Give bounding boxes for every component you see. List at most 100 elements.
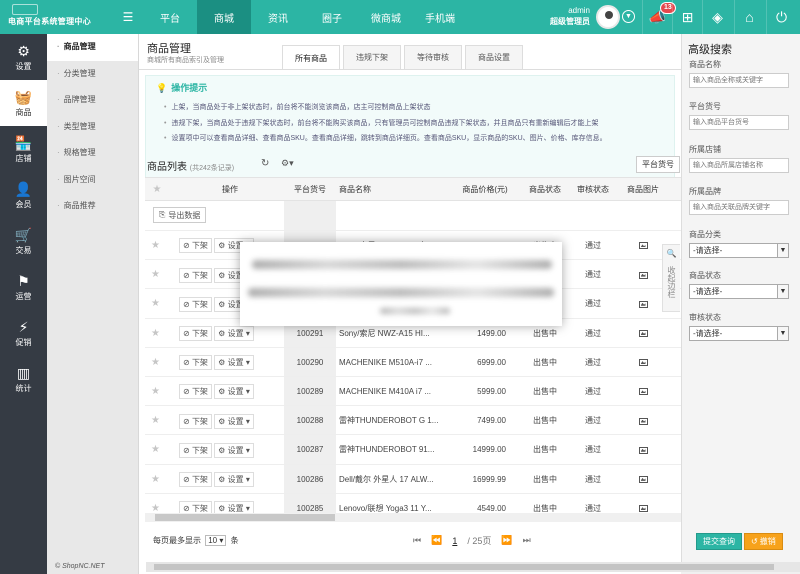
audit-status-select[interactable]: -请选择- ▼ [689,326,789,341]
tab-pending-audit[interactable]: 等待审核 [404,45,462,69]
subnav-type[interactable]: 类型管理 [47,114,138,141]
goods-image-icon[interactable] [635,319,651,348]
settings-dropdown-button[interactable]: ⚙ 设置 ▾ [214,413,254,429]
sidebar-item-promotion[interactable]: ⚡ 促销 [0,310,47,356]
store-input[interactable] [689,158,789,173]
menu-toggle-icon[interactable]: ☰ [113,0,143,34]
offshelf-button[interactable]: ⊘ 下架 [179,501,212,513]
favorite-star-icon[interactable]: ★ [151,260,160,289]
platform-sku-input[interactable] [689,115,789,130]
subnav-image-space[interactable]: 图片空间 [47,167,138,194]
topnav-circle[interactable]: 圈子 [305,0,359,34]
topnav-wechat-mall[interactable]: 微商城 [359,0,413,34]
tab-all-goods[interactable]: 所有商品 [282,45,340,70]
user-menu-chevron-icon[interactable]: ▼ [622,10,635,23]
subnav-spec[interactable]: 规格管理 [47,140,138,167]
tab-violation[interactable]: 违规下架 [343,45,401,69]
logout-icon[interactable]: ⏻ [766,0,796,34]
sidebar-item-statistics[interactable]: ▥ 统计 [0,356,47,402]
prev-page-icon[interactable]: ⏪ [431,535,442,546]
favorite-star-icon[interactable]: ★ [151,377,160,406]
settings-dropdown-button[interactable]: ⚙ 设置 ▾ [214,355,254,371]
settings-dropdown-button[interactable]: ⚙ 设置 ▾ [214,442,254,458]
favorite-star-icon[interactable]: ★ [151,348,160,377]
scrollbar-thumb[interactable] [155,514,335,521]
goods-image-icon[interactable] [635,231,651,260]
offshelf-button[interactable]: ⊘ 下架 [179,325,212,341]
tab-goods-settings[interactable]: 商品设置 [465,45,523,69]
next-page-icon[interactable]: ⏩ [501,535,512,546]
topnav-mobile[interactable]: 手机端 [413,0,467,34]
subnav-goods-manage[interactable]: 商品管理 [47,34,138,61]
settings-dropdown-button[interactable]: ⚙ 设置 ▾ [214,471,254,487]
offshelf-button[interactable]: ⊘ 下架 [179,296,212,312]
offshelf-button[interactable]: ⊘ 下架 [179,442,212,458]
col-price[interactable]: 商品价格(元) [450,178,520,202]
sidebar-item-store[interactable]: 🏪 店铺 [0,126,47,172]
page-scrollbar[interactable] [146,562,800,572]
sidebar-item-settings[interactable]: ⚙ 设置 [0,34,47,80]
sidebar-item-goods[interactable]: 🧺 商品 [0,80,47,126]
goods-status-select[interactable]: -请选择- ▼ [689,284,789,299]
col-status[interactable]: 商品状态 [525,178,565,202]
goods-name[interactable]: 雷神THUNDEROBOT 91... [339,435,439,464]
brand[interactable]: 电商平台系统管理中心 [0,0,113,34]
scrollbar-thumb[interactable] [154,564,774,570]
offshelf-button[interactable]: ⊘ 下架 [179,238,212,254]
offshelf-button[interactable]: ⊘ 下架 [179,413,212,429]
notification-button[interactable]: 📣 13 [642,0,676,34]
table-scrollbar[interactable] [145,513,681,522]
settings-dropdown-button[interactable]: ⚙ 设置 ▾ [214,384,254,400]
last-page-icon[interactable]: ⏭ [523,535,531,546]
favorite-star-icon[interactable]: ★ [151,289,160,318]
favorite-star-icon[interactable]: ★ [151,465,160,494]
sidebar-item-trade[interactable]: 🛒 交易 [0,218,47,264]
goods-name[interactable]: Lenovo/联想 Yoga3 11 Y... [339,494,439,513]
collapse-sidebar-button[interactable]: 🔍 收起边栏 [662,244,680,312]
category-select[interactable]: -请选择- ▼ [689,243,789,258]
topnav-platform[interactable]: 平台 [143,0,197,34]
goods-image-icon[interactable] [635,348,651,377]
platform-sku-button[interactable]: 平台货号 [636,156,680,173]
subnav-brand[interactable]: 品牌管理 [47,87,138,114]
goods-image-icon[interactable] [635,465,651,494]
tips-header[interactable]: 💡 操作提示 [156,81,207,94]
home-icon[interactable]: ⌂ [734,0,764,34]
goods-image-icon[interactable] [635,260,651,289]
goods-image-icon[interactable] [635,435,651,464]
offshelf-button[interactable]: ⊘ 下架 [179,355,212,371]
settings-dropdown-button[interactable]: ⚙ 设置 ▾ [214,501,254,513]
refresh-icon[interactable]: ↻ [261,158,269,169]
col-goods-name[interactable]: 商品名称 [339,178,389,202]
star-header-icon[interactable]: ★ [149,178,165,202]
goods-image-icon[interactable] [635,289,651,318]
topnav-news[interactable]: 资讯 [251,0,305,34]
sitemap-icon[interactable]: ⊞ [672,0,702,34]
settings-dropdown-button[interactable]: ⚙ 设置 ▾ [214,325,254,341]
per-page-select[interactable]: 10 ▾ [205,535,227,546]
col-platform-sku[interactable]: 平台货号 [284,178,336,202]
goods-image-icon[interactable] [635,406,651,435]
col-audit[interactable]: 审核状态 [573,178,613,202]
goods-name-input[interactable] [689,73,789,88]
brand-input[interactable] [689,200,789,215]
favorite-star-icon[interactable]: ★ [151,494,160,513]
offshelf-button[interactable]: ⊘ 下架 [179,471,212,487]
offshelf-button[interactable]: ⊘ 下架 [179,384,212,400]
avatar[interactable] [596,5,620,29]
sidebar-item-member[interactable]: 👤 会员 [0,172,47,218]
submit-search-button[interactable]: 提交查询 [696,533,742,550]
goods-name[interactable]: Dell/戴尔 外星人 17 ALW... [339,465,439,494]
goods-name[interactable]: 雷神THUNDEROBOT G 1... [339,406,439,435]
goods-image-icon[interactable] [635,377,651,406]
reset-button[interactable]: ↺ 撤销 [744,533,783,550]
subnav-recommend[interactable]: 商品推荐 [47,193,138,220]
favorite-star-icon[interactable]: ★ [151,231,160,260]
favorite-star-icon[interactable]: ★ [151,406,160,435]
first-page-icon[interactable]: ⏮ [413,535,421,546]
favorite-star-icon[interactable]: ★ [151,435,160,464]
export-button[interactable]: ⎘ 导出数据 [153,207,207,223]
subnav-category[interactable]: 分类管理 [47,61,138,88]
column-settings-icon[interactable]: ⚙▾ [281,158,294,169]
topnav-mall[interactable]: 商城 [197,0,251,34]
